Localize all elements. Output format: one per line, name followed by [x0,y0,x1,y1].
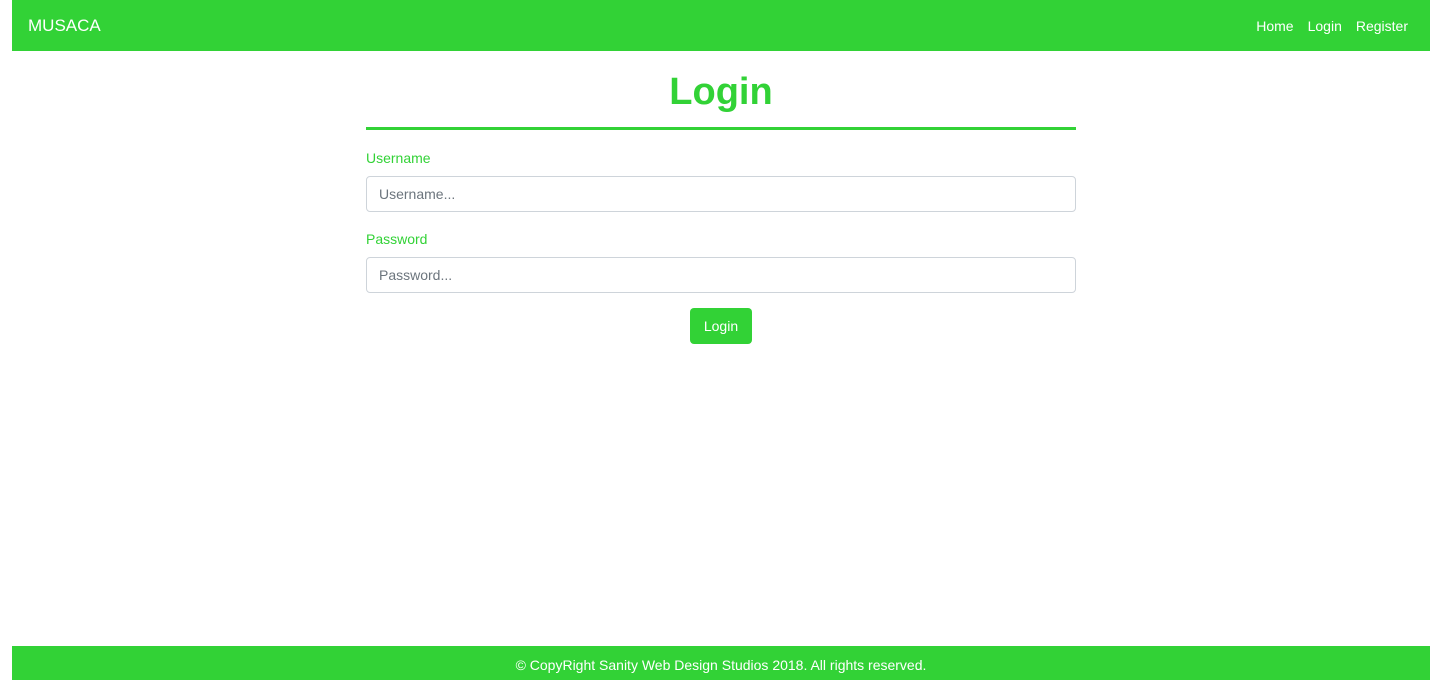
nav-link-login[interactable]: Login [1308,17,1342,35]
top-navbar: MUSACA Home Login Register [12,0,1430,51]
footer-copyright: © CopyRight Sanity Web Design Studios 20… [515,657,927,673]
password-label: Password [366,231,428,247]
nav-link-register[interactable]: Register [1356,17,1408,35]
username-input[interactable] [366,176,1076,212]
title-divider [366,127,1076,130]
nav-link-home[interactable]: Home [1256,17,1293,35]
username-label: Username [366,150,431,166]
footer: © CopyRight Sanity Web Design Studios 20… [12,646,1430,680]
login-button[interactable]: Login [690,308,752,344]
page-title: Login [669,71,773,113]
nav-links: Home Login Register [1256,17,1408,35]
page: MUSACA Home Login Register Login Usernam… [0,0,1443,680]
brand-link[interactable]: MUSACA [28,16,101,36]
password-input[interactable] [366,257,1076,293]
